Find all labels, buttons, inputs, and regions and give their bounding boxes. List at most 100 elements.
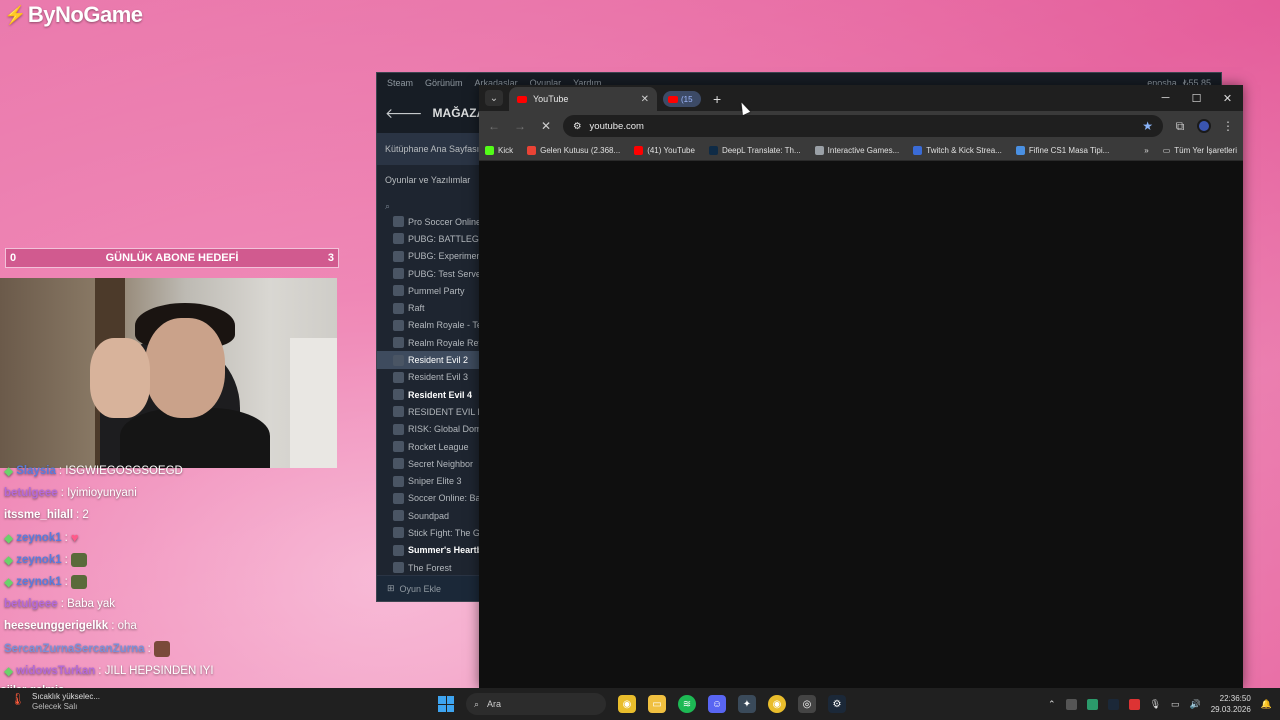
bookmark-item[interactable]: Kick xyxy=(485,146,513,155)
notification-bell-icon[interactable]: 🔔 xyxy=(1261,699,1272,710)
game-icon xyxy=(393,423,404,435)
library-game-item[interactable]: Pro Soccer Online xyxy=(377,213,481,230)
chat-text: : oha xyxy=(111,620,137,633)
library-game-item[interactable]: Raft xyxy=(377,299,481,316)
add-game-button[interactable]: ⊞ Oyun Ekle xyxy=(377,575,481,601)
minimize-icon[interactable]: ─ xyxy=(1150,85,1181,111)
bookmark-star-icon[interactable]: ★ xyxy=(1142,119,1153,133)
tab-close-icon[interactable]: ✕ xyxy=(641,94,649,105)
steam-store-link[interactable]: MAĞAZA xyxy=(433,106,486,120)
forward-icon[interactable]: → xyxy=(511,117,529,135)
logo-text: ByNoGame xyxy=(27,2,143,27)
tab-search-icon[interactable]: ⌄ xyxy=(485,90,503,106)
app-icon[interactable]: ✦ xyxy=(738,695,756,713)
chat-username[interactable]: zeynok1 xyxy=(16,576,61,588)
tray-overflow-icon[interactable]: ⌃ xyxy=(1048,699,1056,710)
library-game-item[interactable]: PUBG: Test Server xyxy=(377,265,481,282)
mic-icon[interactable]: 🎙 xyxy=(1150,699,1161,710)
extensions-icon[interactable]: ⧉ xyxy=(1171,117,1189,135)
library-game-item[interactable]: RISK: Global Domination xyxy=(377,421,481,438)
steam-taskbar-icon[interactable]: ⚙ xyxy=(828,695,846,713)
library-game-item[interactable]: PUBG: BATTLEGROUNDS xyxy=(377,230,481,247)
discord-icon[interactable]: ☺ xyxy=(708,695,726,713)
library-game-item[interactable]: Soundpad xyxy=(377,507,481,524)
network-icon[interactable]: ▭ xyxy=(1171,699,1180,710)
library-game-item[interactable]: Rocket League xyxy=(377,438,481,455)
library-game-item[interactable]: Resident Evil 2 xyxy=(377,351,481,369)
steam-back-icon[interactable]: 🡐 xyxy=(385,105,423,122)
all-bookmarks-folder[interactable]: ▭ Tüm Yer İşaretleri xyxy=(1163,146,1237,155)
library-game-item[interactable]: Pummel Party xyxy=(377,282,481,299)
spotify-icon[interactable]: ≋ xyxy=(678,695,696,713)
tab-youtube[interactable]: YouTube ✕ xyxy=(509,87,657,111)
library-game-item[interactable]: Soccer Online: Ball 3D xyxy=(377,490,481,507)
file-explorer-icon[interactable]: ▭ xyxy=(648,695,666,713)
steam-tray-icon[interactable] xyxy=(1107,698,1119,710)
page-content[interactable] xyxy=(479,161,1243,688)
menu-kebab-icon[interactable]: ⋮ xyxy=(1219,117,1237,135)
library-game-item[interactable]: Secret Neighbor xyxy=(377,455,481,472)
library-game-item[interactable]: Realm Royale - Test Server xyxy=(377,317,481,334)
chat-username[interactable]: zeynok1 xyxy=(16,532,61,544)
volume-icon[interactable]: 🔊 xyxy=(1190,699,1201,710)
bookmark-item[interactable]: (41) YouTube xyxy=(634,146,695,155)
library-game-item[interactable]: Summer's Heartbeat xyxy=(377,542,481,559)
taskbar-search[interactable]: ⌕ Ara xyxy=(466,693,606,715)
site-info-icon[interactable]: ⚙ xyxy=(573,121,582,132)
subscriber-badge-icon: ◆ xyxy=(4,575,14,590)
library-game-item[interactable]: PUBG: Experimental Server xyxy=(377,248,481,265)
chrome-taskbar-icon[interactable]: ◉ xyxy=(618,695,636,713)
youtube-icon xyxy=(668,95,678,103)
address-url: youtube.com xyxy=(589,120,644,132)
game-icon xyxy=(393,510,404,522)
chat-username[interactable]: zeynok1 xyxy=(16,554,61,566)
bookmark-item[interactable]: Interactive Games... xyxy=(814,146,899,155)
address-bar[interactable]: ⚙ youtube.com ★ xyxy=(563,115,1163,137)
clock[interactable]: 22:36:50 29.03.2026 xyxy=(1211,693,1251,715)
start-button[interactable] xyxy=(438,696,454,712)
chat-username[interactable]: SercanZurnaSercanZurna xyxy=(4,643,145,655)
app-tray-icon[interactable] xyxy=(1086,698,1098,710)
stop-loading-icon[interactable]: ✕ xyxy=(537,117,555,135)
chat-username[interactable]: Slaysia xyxy=(16,465,56,477)
discord-tray-icon[interactable] xyxy=(1065,698,1077,710)
new-tab-button[interactable]: + xyxy=(713,91,721,107)
library-game-item[interactable]: RESIDENT EVIL RE:VERSE xyxy=(377,403,481,420)
tab2-title: (15 xyxy=(681,94,693,104)
bookmarks-overflow-icon[interactable]: » xyxy=(1144,146,1148,155)
chat-username[interactable]: itssme_hilall xyxy=(4,509,73,521)
folder-icon: ▭ xyxy=(1162,146,1171,155)
game-icon xyxy=(393,216,404,228)
bookmark-item[interactable]: Gelen Kutusu (2.368... xyxy=(527,146,620,155)
chat-username[interactable]: heeseunggerigelkk xyxy=(4,620,108,632)
steam-menu-steam[interactable]: Steam xyxy=(387,78,413,88)
library-game-item[interactable]: Stick Fight: The Game xyxy=(377,524,481,541)
library-game-item[interactable]: Resident Evil 4 xyxy=(377,386,481,403)
chrome-active-icon[interactable]: ◉ xyxy=(768,695,786,713)
obs-icon[interactable]: ◎ xyxy=(798,695,816,713)
bookmark-item[interactable]: DeepL Translate: Th... xyxy=(708,146,801,155)
bookmark-item[interactable]: Fifine CS1 Masa Tipi... xyxy=(1015,146,1109,155)
chat-text: : JILL HEPSINDEN IYI xyxy=(98,664,214,677)
chat-username[interactable]: betulgeee xyxy=(4,487,58,499)
chrome-window[interactable]: ⌄ YouTube ✕ (15 + ─ ☐ ✕ ← → ✕ ⚙ youtube.… xyxy=(479,85,1243,688)
back-icon[interactable]: ← xyxy=(485,117,503,135)
maximize-icon[interactable]: ☐ xyxy=(1181,85,1212,111)
library-game-item[interactable]: Sniper Elite 3 xyxy=(377,472,481,489)
profile-avatar[interactable] xyxy=(1197,119,1211,133)
tab-youtube-2[interactable]: (15 xyxy=(663,91,701,107)
bookmark-item[interactable]: Twitch & Kick Strea... xyxy=(913,146,1002,155)
library-game-item[interactable]: Realm Royale Reforged xyxy=(377,334,481,351)
weather-widget[interactable]: 🌡 Sıcaklık yükselec... Gelecek Salı xyxy=(10,692,100,712)
chat-message: betulgeee : Iyimioyunyani xyxy=(4,482,334,504)
library-game-item[interactable]: Resident Evil 3 xyxy=(377,369,481,386)
game-icon xyxy=(393,285,404,297)
steam-menu-view[interactable]: Görünüm xyxy=(425,78,463,88)
game-title: Sniper Elite 3 xyxy=(408,476,462,487)
library-game-item[interactable]: The Forest xyxy=(377,559,481,576)
close-icon[interactable]: ✕ xyxy=(1212,85,1243,111)
chat-username[interactable]: betulgeee xyxy=(4,598,58,610)
chat-username[interactable]: widowsTurkan xyxy=(16,665,95,677)
record-tray-icon[interactable] xyxy=(1128,698,1140,710)
taskbar-apps: ⌕ Ara ◉ ▭ ≋ ☺ ✦ ◉ ◎ ⚙ xyxy=(438,688,846,720)
